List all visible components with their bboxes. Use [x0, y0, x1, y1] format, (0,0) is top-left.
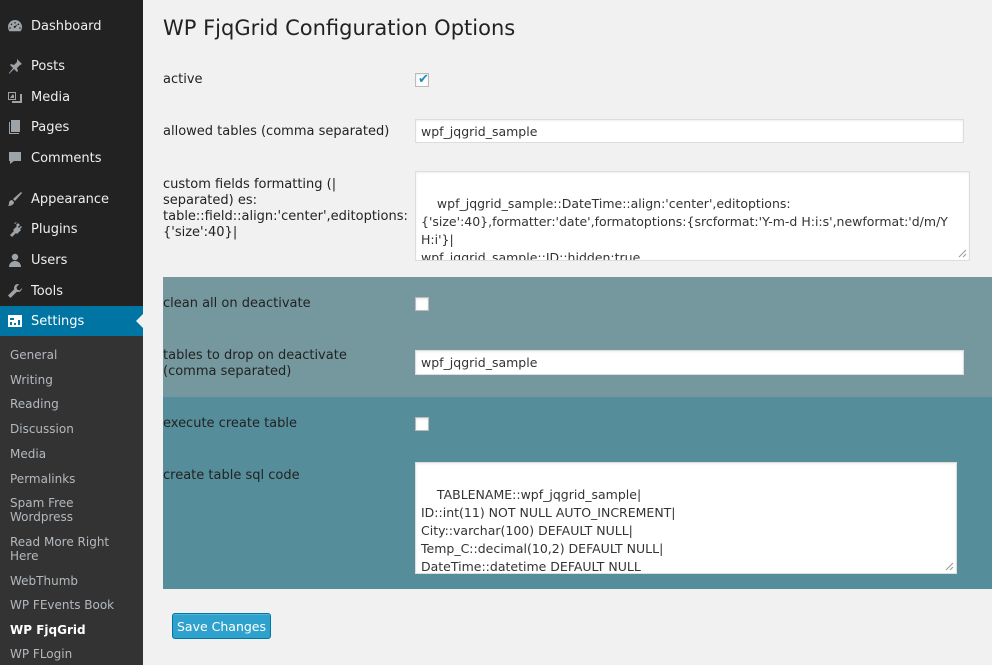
menu-item-tools[interactable]: Tools — [0, 276, 143, 306]
execute-create-label: execute create table — [163, 416, 297, 431]
menu-item-appearance[interactable]: Appearance — [0, 184, 143, 214]
menu-item-settings[interactable]: Settings — [0, 306, 143, 336]
submenu-item-wp-fjqgrid[interactable]: WP FjqGrid — [10, 623, 135, 637]
tables-to-drop-input[interactable]: wpf_jqgrid_sample — [415, 350, 964, 375]
comment-icon — [7, 150, 23, 166]
checkmark-icon: ✔ — [418, 72, 429, 87]
menu-item-posts[interactable]: Posts — [0, 51, 143, 81]
menu-item-plugins[interactable]: Plugins — [0, 214, 143, 244]
settings-submenu: General Writing Reading Discussion Media… — [0, 336, 143, 665]
menu-label: Tools — [31, 283, 64, 299]
brush-icon — [7, 191, 23, 207]
resize-grip-icon[interactable] — [958, 249, 967, 258]
create-sql-label: create table sql code — [163, 468, 300, 483]
submenu-item-spam-free-wordpress[interactable]: Spam Free Wordpress — [10, 496, 135, 524]
pin-icon — [7, 58, 23, 74]
submenu-item-reading[interactable]: Reading — [10, 397, 135, 411]
clean-all-checkbox[interactable] — [415, 297, 429, 311]
pages-icon — [7, 119, 23, 135]
submenu-item-read-more-right-here[interactable]: Read More Right Here — [10, 535, 135, 563]
settings-icon — [7, 313, 23, 329]
admin-sidebar: Dashboard Posts Media Pages Comments App… — [0, 0, 143, 665]
tables-to-drop-label: tables to drop on deactivate (comma sepa… — [163, 348, 347, 379]
submenu-item-media[interactable]: Media — [10, 447, 135, 461]
menu-label: Pages — [31, 119, 70, 135]
submenu-item-general[interactable]: General — [10, 348, 135, 362]
submenu-item-wp-flogin[interactable]: WP FLogin — [10, 647, 135, 661]
menu-label: Settings — [31, 313, 85, 329]
custom-fields-label: custom fields formatting (| separated) e… — [163, 177, 408, 240]
submenu-item-permalinks[interactable]: Permalinks — [10, 472, 135, 486]
menu-item-comments[interactable]: Comments — [0, 143, 143, 173]
plugin-icon — [7, 221, 23, 237]
submenu-item-wp-fevents-book[interactable]: WP FEvents Book — [10, 598, 135, 612]
resize-grip-icon[interactable] — [945, 562, 954, 571]
menu-item-media[interactable]: Media — [0, 82, 143, 112]
dashboard-icon — [7, 18, 23, 34]
page-title: WP FjqGrid Configuration Options — [163, 16, 516, 40]
save-changes-button[interactable]: Save Changes — [172, 613, 271, 639]
create-sql-textarea[interactable]: TABLENAME::wpf_jqgrid_sample| ID::int(11… — [415, 462, 957, 574]
custom-fields-value: wpf_jqgrid_sample::DateTime::align:'cent… — [421, 196, 948, 261]
media-icon — [7, 89, 23, 105]
user-icon — [7, 252, 23, 268]
submenu-item-discussion[interactable]: Discussion — [10, 422, 135, 436]
menu-item-dashboard[interactable]: Dashboard — [0, 11, 143, 41]
menu-label: Appearance — [31, 191, 110, 207]
execute-create-checkbox[interactable] — [415, 417, 429, 431]
submenu-item-writing[interactable]: Writing — [10, 373, 135, 387]
menu-item-pages[interactable]: Pages — [0, 112, 143, 142]
wrench-icon — [7, 283, 23, 299]
menu-label: Users — [31, 252, 68, 268]
menu-label: Comments — [31, 150, 102, 166]
allowed-tables-label: allowed tables (comma separated) — [163, 124, 390, 139]
main-content: WP FjqGrid Configuration Options active … — [143, 0, 992, 665]
submenu-item-webthumb[interactable]: WebThumb — [10, 574, 135, 588]
menu-label: Dashboard — [31, 18, 102, 34]
active-checkbox[interactable]: ✔ — [415, 72, 429, 87]
menu-item-users[interactable]: Users — [0, 245, 143, 275]
clean-all-label: clean all on deactivate — [163, 296, 311, 311]
menu-label: Media — [31, 89, 71, 105]
active-label: active — [163, 72, 203, 87]
menu-label: Plugins — [31, 221, 78, 237]
allowed-tables-input[interactable]: wpf_jqgrid_sample — [415, 119, 964, 143]
custom-fields-textarea[interactable]: wpf_jqgrid_sample::DateTime::align:'cent… — [415, 171, 970, 261]
menu-label: Posts — [31, 58, 65, 74]
create-sql-value: TABLENAME::wpf_jqgrid_sample| ID::int(11… — [421, 487, 676, 574]
current-menu-arrow — [136, 314, 143, 328]
